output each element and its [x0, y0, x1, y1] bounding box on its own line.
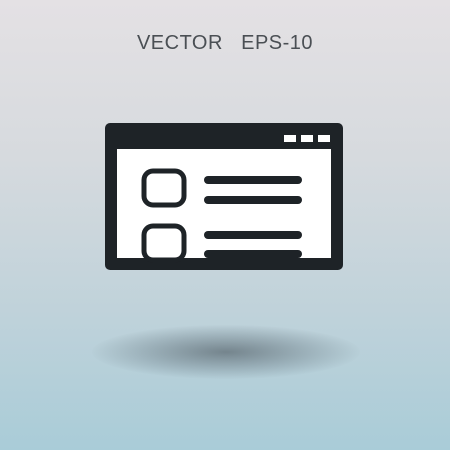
list-line-row-2-a: [204, 231, 302, 239]
titlebar-dot-3: [318, 135, 330, 142]
titlebar-dot-2: [301, 135, 313, 142]
caption-text: VECTOR EPS-10: [136, 32, 314, 54]
browser-window-list-icon: [105, 123, 343, 270]
list-line-row-1-a: [204, 176, 302, 184]
list-line-row-1-b: [204, 196, 302, 204]
list-line-row-2-b: [204, 250, 302, 258]
icon-shadow: [92, 325, 360, 379]
titlebar-dot-1: [284, 135, 296, 142]
